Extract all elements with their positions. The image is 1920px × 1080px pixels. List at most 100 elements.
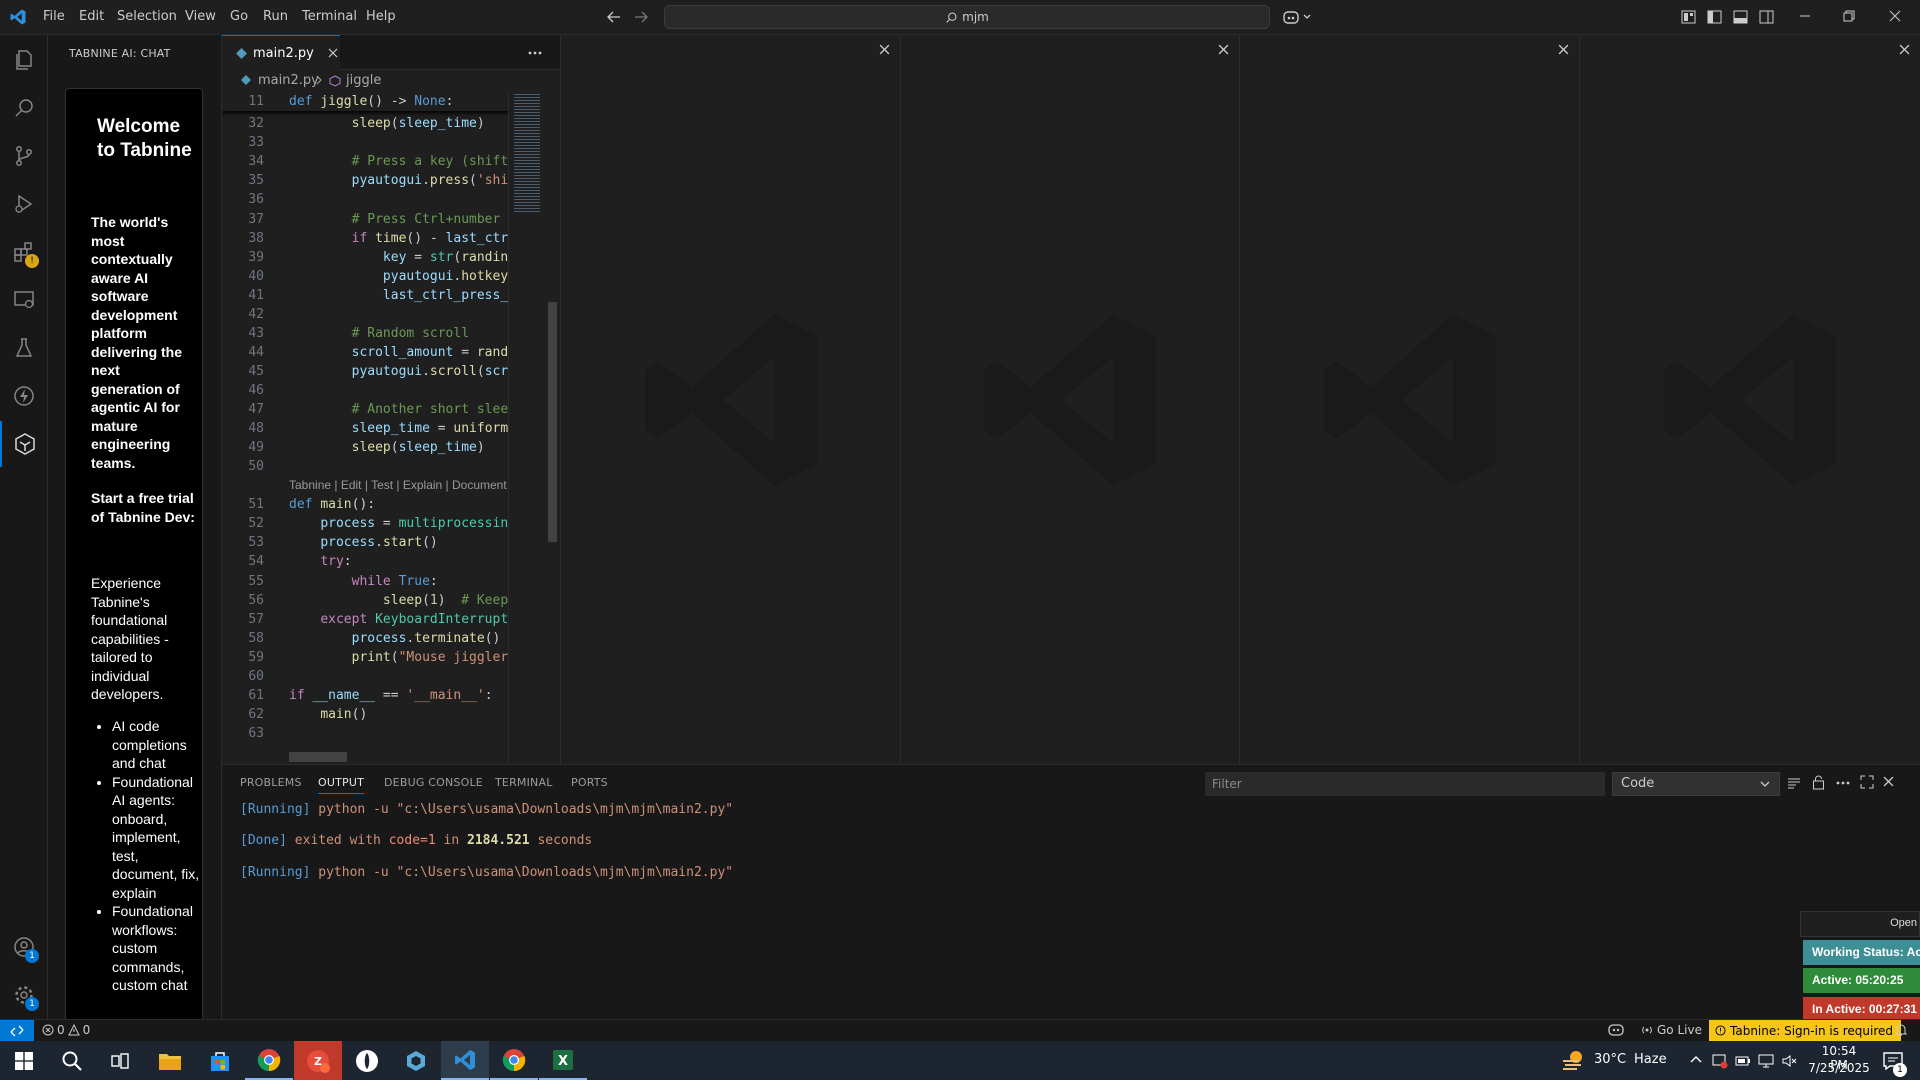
notifications-bell-icon[interactable] bbox=[1895, 1023, 1907, 1037]
tab-debug-console[interactable]: DEBUG CONSOLE bbox=[384, 776, 483, 789]
weather-haze-icon[interactable] bbox=[1562, 1049, 1586, 1071]
output-tag: [Running] bbox=[240, 865, 311, 880]
volume-muted-icon[interactable] bbox=[1781, 1053, 1797, 1069]
explorer-icon[interactable] bbox=[0, 37, 48, 83]
output-tag: [Running] bbox=[240, 802, 311, 817]
panel-more-icon[interactable] bbox=[1836, 781, 1850, 785]
app-circle-icon[interactable] bbox=[343, 1041, 391, 1080]
menu-selection[interactable]: Selection bbox=[117, 9, 177, 24]
weather-temp[interactable]: 30°C bbox=[1594, 1052, 1626, 1067]
editor-group-5 bbox=[1579, 35, 1920, 764]
lightning-icon[interactable] bbox=[0, 373, 48, 419]
code-editor[interactable]: 11 def jiggle() -> None: 32 sleep(sleep_… bbox=[222, 92, 560, 764]
editor-tab-bar: main2.py bbox=[222, 35, 560, 70]
tab-ports[interactable]: PORTS bbox=[571, 776, 608, 789]
welcome-intro: The world's most contextually aware AI s… bbox=[91, 214, 183, 471]
command-center-search[interactable]: mjm bbox=[664, 5, 1270, 29]
menu-help[interactable]: Help bbox=[366, 9, 396, 24]
run-debug-icon[interactable] bbox=[0, 181, 48, 227]
weather-desc[interactable]: Haze bbox=[1634, 1052, 1667, 1067]
excel-icon[interactable]: X bbox=[539, 1041, 587, 1080]
manage-gear-icon[interactable]: 1 bbox=[0, 972, 48, 1018]
output-text: python -u "c:\Users\usama\Downloads\mjm\… bbox=[310, 802, 734, 817]
task-view-icon[interactable] bbox=[96, 1041, 144, 1080]
copilot-status-icon[interactable] bbox=[1608, 1023, 1624, 1037]
search-text: mjm bbox=[962, 10, 989, 24]
tab-main2-py[interactable]: main2.py bbox=[222, 35, 340, 70]
network-icon[interactable] bbox=[1758, 1053, 1774, 1069]
chevron-down-icon bbox=[1759, 778, 1771, 790]
remote-indicator-icon[interactable] bbox=[0, 1020, 34, 1041]
microsoft-store-icon[interactable] bbox=[196, 1041, 244, 1080]
group-close-icon[interactable] bbox=[1218, 44, 1229, 55]
minimize-icon[interactable] bbox=[1799, 10, 1811, 22]
toggle-panel-icon[interactable] bbox=[1733, 10, 1748, 24]
copilot-icon[interactable] bbox=[1283, 9, 1313, 25]
menu-terminal[interactable]: Terminal bbox=[302, 9, 357, 24]
tray-app-icon[interactable] bbox=[1712, 1053, 1728, 1069]
open-button[interactable]: Open bbox=[1890, 917, 1917, 929]
toggle-primary-sidebar-icon[interactable] bbox=[1707, 10, 1722, 24]
warning-count: 0 bbox=[82, 1023, 91, 1037]
menu-go[interactable]: Go bbox=[230, 9, 248, 24]
active-time: Active: 05:20:25 bbox=[1803, 968, 1920, 993]
window-close-icon[interactable] bbox=[1889, 10, 1901, 22]
tab-close-icon[interactable] bbox=[328, 48, 338, 58]
menu-view[interactable]: View bbox=[185, 9, 216, 24]
warning-icon bbox=[67, 1024, 80, 1036]
group-close-icon[interactable] bbox=[1899, 44, 1910, 55]
restore-icon[interactable] bbox=[1843, 10, 1855, 22]
remote-explorer-icon[interactable] bbox=[0, 277, 48, 323]
back-arrow-icon[interactable] bbox=[606, 9, 622, 25]
chrome-profile-icon[interactable] bbox=[490, 1041, 538, 1080]
manage-badge: 1 bbox=[25, 997, 39, 1011]
scrollbar-thumb[interactable] bbox=[548, 302, 557, 542]
chrome-icon[interactable] bbox=[245, 1041, 293, 1080]
zoho-cliq-icon[interactable]: Z bbox=[294, 1041, 342, 1080]
vscode-taskbar-icon[interactable] bbox=[441, 1041, 489, 1080]
menu-run[interactable]: Run bbox=[263, 9, 288, 24]
battery-icon[interactable] bbox=[1735, 1053, 1751, 1069]
menu-edit[interactable]: Edit bbox=[79, 9, 104, 24]
testing-icon[interactable] bbox=[0, 325, 48, 371]
file-explorer-icon[interactable] bbox=[146, 1041, 194, 1080]
tab-terminal[interactable]: TERMINAL bbox=[495, 776, 553, 789]
list-item: Foundational workflows: custom commands,… bbox=[112, 902, 201, 995]
tabnine-codelens[interactable]: Tabnine | Edit | Test | Explain | Docume… bbox=[289, 478, 507, 492]
tabnine-icon[interactable] bbox=[0, 421, 48, 467]
source-control-icon[interactable] bbox=[0, 133, 48, 179]
close-panel-icon[interactable] bbox=[1883, 776, 1894, 787]
minimap[interactable] bbox=[508, 92, 560, 764]
clock-date[interactable]: 7/25/2025 bbox=[1808, 1061, 1870, 1075]
maximize-panel-icon[interactable] bbox=[1860, 775, 1874, 789]
tab-label: main2.py bbox=[253, 45, 314, 61]
error-count: 0 bbox=[57, 1023, 65, 1037]
lock-icon[interactable] bbox=[1812, 775, 1825, 790]
go-live-button[interactable]: Go Live bbox=[1641, 1023, 1702, 1037]
more-actions-icon[interactable] bbox=[528, 51, 542, 55]
output-channel-select[interactable]: Code bbox=[1612, 772, 1780, 796]
search-sidebar-icon[interactable] bbox=[0, 85, 48, 131]
problems-indicator[interactable]: 0 0 bbox=[42, 1023, 90, 1037]
output-filter-input[interactable]: Filter bbox=[1205, 772, 1605, 796]
output-end: seconds bbox=[529, 833, 593, 848]
windows-start-icon[interactable] bbox=[0, 1041, 48, 1080]
toggle-secondary-sidebar-icon[interactable] bbox=[1759, 10, 1774, 24]
tab-output[interactable]: OUTPUT bbox=[318, 776, 365, 794]
breadcrumb-symbol[interactable]: jiggle bbox=[346, 73, 381, 88]
taskbar-search-icon[interactable] bbox=[48, 1041, 96, 1080]
forward-arrow-icon[interactable] bbox=[633, 9, 649, 25]
customize-layout-icon[interactable] bbox=[1681, 10, 1696, 24]
clear-output-icon[interactable] bbox=[1787, 776, 1801, 790]
tab-problems[interactable]: PROBLEMS bbox=[240, 776, 302, 789]
breadcrumb-file[interactable]: main2.py bbox=[258, 73, 319, 88]
accounts-icon[interactable]: 1 bbox=[0, 924, 48, 970]
hexagon-app-icon[interactable] bbox=[392, 1041, 440, 1080]
extensions-icon[interactable]: ! bbox=[0, 229, 48, 275]
horizontal-scrollbar[interactable] bbox=[289, 752, 347, 762]
tabnine-status[interactable]: Tabnine: Sign-in is required bbox=[1709, 1020, 1902, 1041]
group-close-icon[interactable] bbox=[1558, 44, 1569, 55]
tray-chevron-up-icon[interactable] bbox=[1689, 1054, 1703, 1064]
group-close-icon[interactable] bbox=[879, 44, 890, 55]
menu-file[interactable]: File bbox=[43, 9, 65, 24]
